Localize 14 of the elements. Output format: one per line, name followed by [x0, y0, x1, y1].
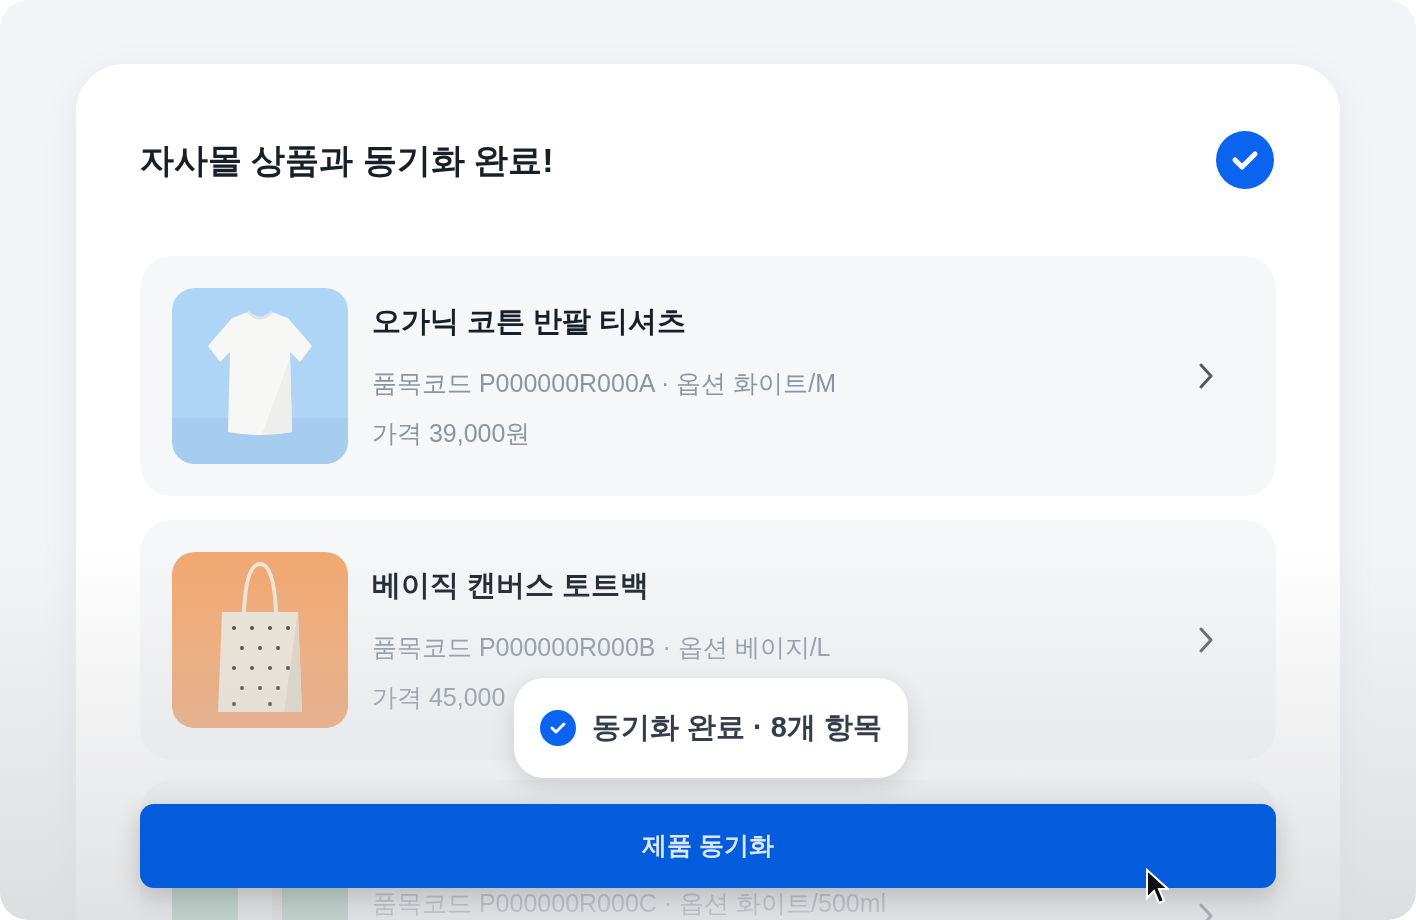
chevron-right-icon	[1198, 362, 1214, 390]
chevron-right-icon	[1198, 626, 1214, 654]
toast-message: 동기화 완료 · 8개 항목	[592, 710, 882, 746]
product-price: 가격 39,000원	[372, 417, 531, 449]
dialog-title: 자사몰 상품과 동기화 완료!	[140, 139, 554, 181]
product-code: 품목코드 P000000R000A · 옵션 화이트/M	[372, 368, 838, 400]
check-icon	[1216, 131, 1274, 189]
product-card[interactable]: 오가닉 코튼 반팔 티셔츠 품목코드 P000000R000A · 옵션 화이트/M 가격 39,000원	[140, 256, 1276, 496]
sync-products-button[interactable]: 제품 동기화	[140, 804, 1276, 888]
product-name: 베이직 캔버스 토트백	[372, 567, 651, 603]
product-price: 가격 45,000	[372, 681, 506, 713]
product-code: 품목코드 P000000R000B · 옵션 베이지/L	[372, 632, 832, 664]
product-name: 오가닉 코튼 반팔 티셔츠	[372, 303, 688, 339]
check-icon	[540, 710, 576, 746]
